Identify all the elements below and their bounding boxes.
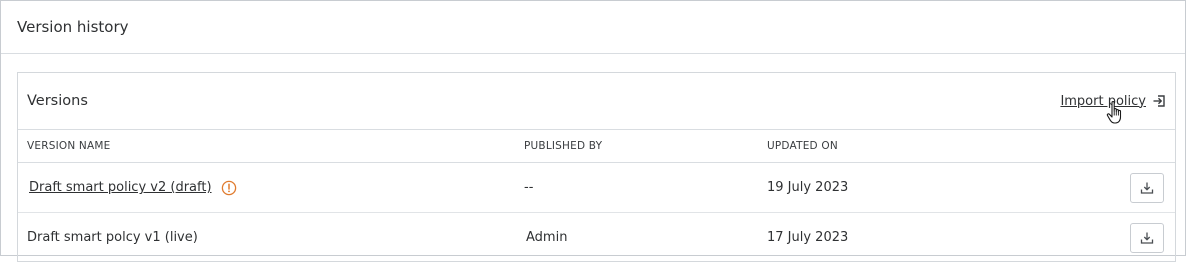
version-name-text: Draft smart policy v2 (draft) xyxy=(29,180,212,195)
page-title: Version history xyxy=(17,18,129,36)
published-by-cell: Admin xyxy=(526,230,568,245)
download-button[interactable] xyxy=(1130,172,1164,203)
import-policy-label: Import policy xyxy=(1060,93,1146,109)
import-icon xyxy=(1152,94,1166,108)
table-row: Draft smart policy v2 (draft) -- 19 July… xyxy=(18,163,1175,213)
import-policy-link[interactable]: Import policy xyxy=(1060,93,1166,124)
download-icon xyxy=(1140,232,1154,244)
updated-on-cell: 19 July 2023 xyxy=(767,180,849,195)
table-header: VERSION NAME PUBLISHED BY UPDATED ON xyxy=(18,130,1175,163)
table-row: Draft smart polcy v1 (live) Admin 17 Jul… xyxy=(18,213,1175,262)
published-by-cell: -- xyxy=(524,180,534,195)
warning-circle-icon xyxy=(221,180,237,196)
download-icon xyxy=(1140,182,1154,194)
card-header: Version history xyxy=(1,1,1185,54)
version-name-cell: Draft smart policy v2 (draft) xyxy=(27,180,237,196)
versions-title: Versions xyxy=(27,93,88,109)
versions-panel: Versions Import policy VERSION NAME PUBL… xyxy=(17,72,1176,262)
version-history-card: Version history Versions Import policy V… xyxy=(0,0,1186,262)
version-name-link[interactable]: Draft smart policy v2 (draft) xyxy=(29,180,237,196)
version-name-cell: Draft smart polcy v1 (live) xyxy=(27,230,198,245)
column-published-by: PUBLISHED BY xyxy=(524,140,603,152)
download-button[interactable] xyxy=(1130,222,1164,253)
updated-on-cell: 17 July 2023 xyxy=(767,230,849,245)
versions-panel-header: Versions Import policy xyxy=(18,73,1175,130)
column-updated-on: UPDATED ON xyxy=(767,140,838,152)
column-version-name: VERSION NAME xyxy=(27,140,111,152)
